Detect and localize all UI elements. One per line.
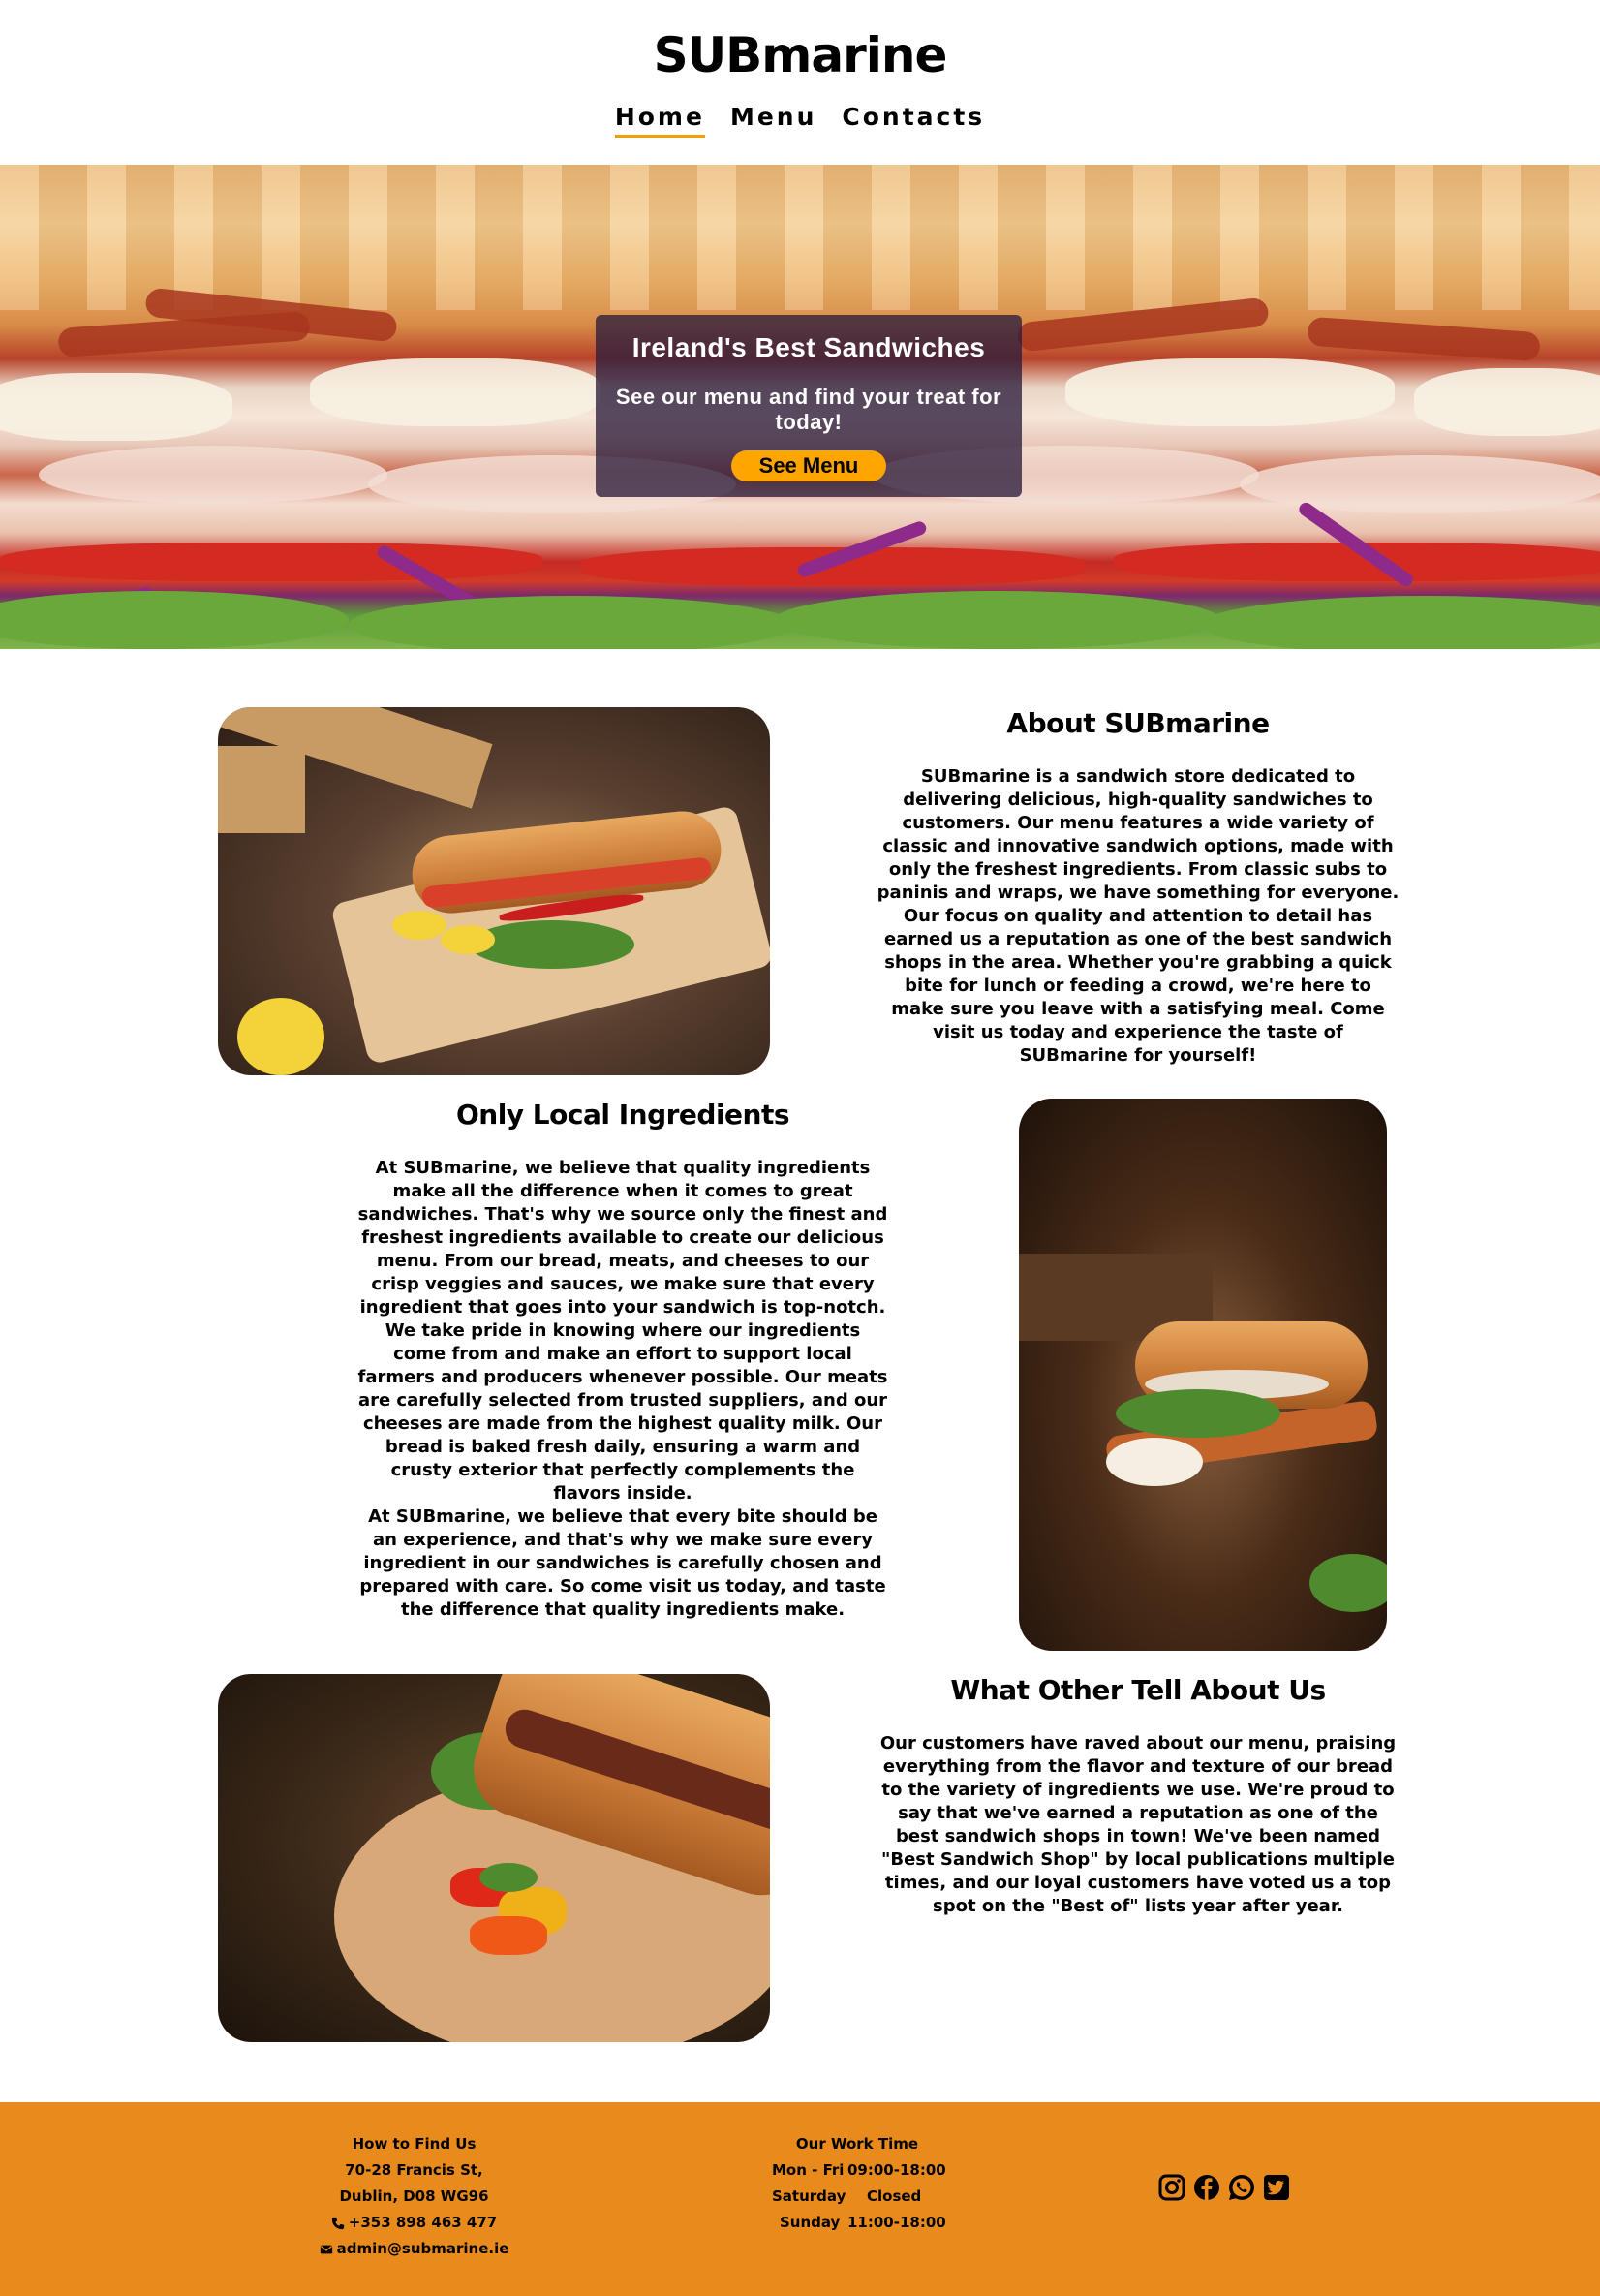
local-text: At SUBmarine, we believe that quality in… [356, 1157, 889, 1622]
hero-lettuce [349, 596, 794, 649]
phone-number: +353 898 463 477 [348, 2214, 498, 2231]
reviews-paragraph: Our customers have raved about our menu,… [879, 1733, 1397, 1916]
see-menu-button[interactable]: See Menu [731, 450, 886, 481]
hours-time: 11:00-18:00 [847, 2214, 946, 2231]
hero-lettuce [0, 591, 349, 649]
find-us-title: How to Find Us [352, 2135, 477, 2153]
hero-tomato [0, 543, 542, 581]
hours-time: Closed [867, 2187, 922, 2205]
email-address: admin@submarine.ie [336, 2240, 509, 2257]
envelope-icon [320, 2245, 332, 2253]
hours-row: Mon - Fri 09:00-18:00 [712, 2157, 1002, 2184]
email-line[interactable]: admin@submarine.ie [300, 2236, 528, 2262]
hero-title: Ireland's Best Sandwiches [631, 332, 986, 362]
sandwich-photo-paddle [1019, 1099, 1387, 1651]
hours-row: Saturday Closed [712, 2184, 1002, 2210]
hero-ham [39, 446, 387, 504]
brand-logo[interactable]: SUBmarine [0, 27, 1600, 83]
hero-callout: Ireland's Best Sandwiches See our menu a… [596, 315, 1022, 497]
greens-garnish [470, 920, 634, 969]
hours-day: Mon - Fri [772, 2161, 845, 2179]
whatsapp-icon[interactable] [1227, 2173, 1256, 2202]
work-time-title: Our Work Time [795, 2135, 919, 2153]
site-footer: How to Find Us 70-28 Francis St, Dublin,… [0, 2102, 1600, 2296]
hours-row: Sunday 11:00-18:00 [712, 2210, 1002, 2236]
greens-garnish [1116, 1389, 1280, 1438]
nav-contacts[interactable]: Contacts [842, 103, 985, 138]
local-paragraph-1: At SUBmarine, we believe that quality in… [357, 1158, 888, 1318]
wooden-crate [218, 746, 305, 833]
about-paragraph: SUBmarine is a sandwich store dedicated … [877, 766, 1400, 1066]
orange-pepper [470, 1916, 547, 1955]
address-street: 70-28 Francis St, [345, 2161, 483, 2179]
sandwich-photo-board [218, 707, 770, 1075]
lemon-whole [237, 998, 324, 1075]
nav-menu[interactable]: Menu [730, 103, 816, 138]
facebook-icon[interactable] [1192, 2173, 1221, 2202]
sauce-bowl [1106, 1438, 1203, 1486]
hours-day: Saturday [772, 2187, 846, 2205]
reviews-heading: What Other Tell About Us [950, 1674, 1326, 1706]
find-us-column: How to Find Us 70-28 Francis St, Dublin,… [300, 2131, 528, 2262]
hero-bread-crust [0, 165, 1600, 310]
address-city: Dublin, D08 WG96 [339, 2187, 489, 2205]
site-header: SUBmarine Home Menu Contacts [0, 0, 1600, 165]
hero-subtitle: See our menu and find your treat for tod… [615, 385, 1002, 434]
twitter-icon[interactable] [1262, 2173, 1291, 2202]
lemon-slice [392, 911, 446, 940]
hero-cheese [310, 358, 600, 426]
local-heading: Only Local Ingredients [455, 1099, 790, 1131]
nav-home[interactable]: Home [614, 103, 705, 138]
about-text: SUBmarine is a sandwich store dedicated … [877, 765, 1400, 1068]
hero-lettuce [1201, 596, 1600, 649]
main-nav: Home Menu Contacts [0, 103, 1600, 138]
hero-cheese [1065, 358, 1395, 426]
instagram-icon[interactable] [1157, 2173, 1186, 2202]
reviews-text: Our customers have raved about our menu,… [877, 1732, 1400, 1918]
phone-icon [331, 2217, 344, 2229]
hero-banner: Ireland's Best Sandwiches See our menu a… [0, 165, 1600, 649]
hero-lettuce [775, 591, 1220, 649]
lemon-slice [441, 925, 495, 954]
hours-day: Sunday [780, 2214, 841, 2231]
work-time-column: Our Work Time Mon - Fri 09:00-18:00 Satu… [712, 2131, 1002, 2236]
hero-bacon [1307, 316, 1541, 362]
cucumber-slice [479, 1863, 538, 1892]
local-paragraph-3: At SUBmarine, we believe that every bite… [359, 1506, 886, 1620]
hours-time: 09:00-18:00 [847, 2161, 946, 2179]
social-links [1157, 2173, 1291, 2202]
phone-line[interactable]: +353 898 463 477 [300, 2210, 528, 2236]
sandwich-photo-round-board [218, 1674, 770, 2042]
local-paragraph-2: We take pride in knowing where our ingre… [357, 1320, 888, 1504]
herb-garnish [1309, 1554, 1387, 1612]
about-heading: About SUBmarine [1006, 707, 1270, 739]
hero-cheese [1414, 368, 1600, 436]
hero-cheese [0, 373, 232, 441]
hero-ham [1240, 455, 1600, 513]
